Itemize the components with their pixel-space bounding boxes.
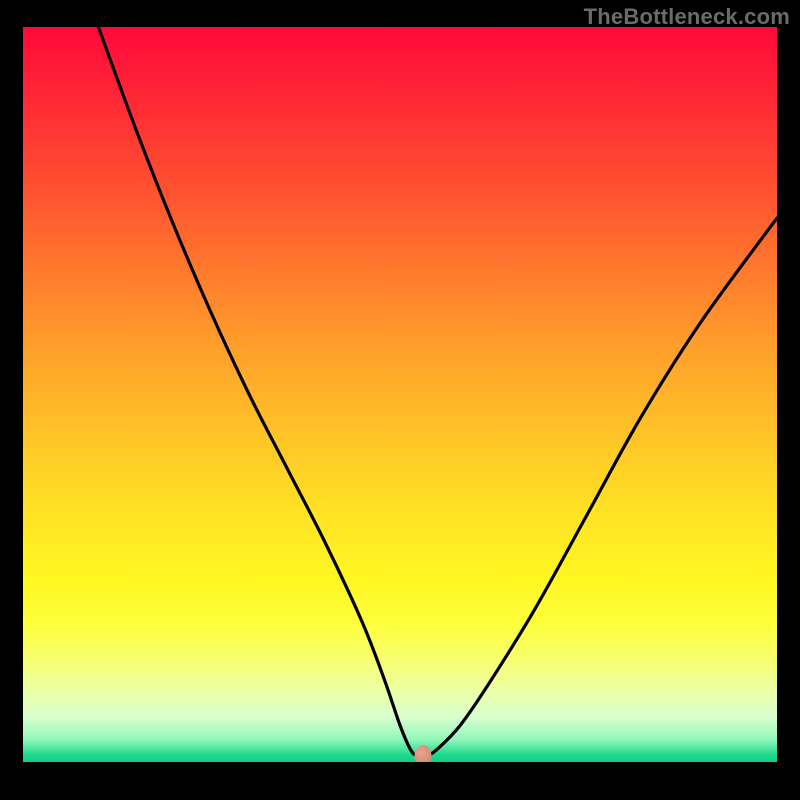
curve-svg	[23, 27, 777, 762]
plot-area	[23, 27, 777, 762]
watermark-text: TheBottleneck.com	[584, 4, 790, 30]
min-marker	[414, 745, 431, 762]
bottleneck-curve	[98, 27, 777, 757]
chart-frame: TheBottleneck.com	[0, 0, 800, 800]
